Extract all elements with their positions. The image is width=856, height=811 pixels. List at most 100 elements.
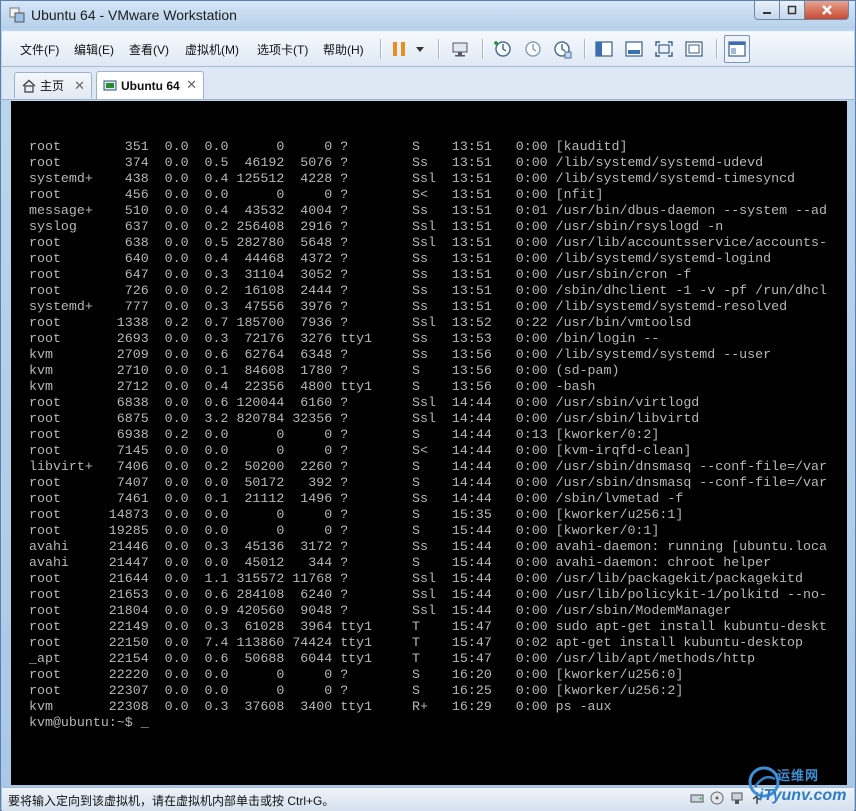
toolbar-separator (482, 39, 484, 59)
process-row: avahi 21446 0.0 0.3 45136 3172 ? Ss 15:4… (29, 539, 827, 554)
toolbar-separator (584, 39, 586, 59)
process-row: kvm 2712 0.0 0.4 22356 4800 tty1 S 13:56… (29, 379, 596, 394)
tab-ubuntu-close-icon[interactable]: ✕ (186, 77, 197, 93)
restore-icon (787, 5, 797, 15)
process-row: root 6838 0.0 0.6 120044 6160 ? Ssl 14:4… (29, 395, 700, 410)
snapshot-take-icon (494, 41, 511, 57)
take-snapshot-button[interactable] (490, 37, 514, 61)
menu-edit[interactable]: 编辑(E) (74, 41, 114, 58)
send-ctrl-alt-del-button[interactable] (448, 37, 472, 61)
snapshot-manager-button[interactable] (550, 37, 574, 61)
process-row: root 22307 0.0 0.0 0 0 ? S 16:25 0:00 [k… (29, 683, 684, 698)
process-row: root 14873 0.0 0.0 0 0 ? S 15:35 0:00 [k… (29, 507, 684, 522)
close-button[interactable] (805, 1, 849, 20)
status-message: 要将输入定向到该虚拟机，请在虚拟机内部单击或按 Ctrl+G。 (8, 794, 335, 808)
tab-ubuntu-64[interactable]: Ubuntu 64 ✕ (96, 71, 204, 99)
shell-prompt: kvm@ubuntu:~$ _ (29, 715, 149, 730)
process-row: root 351 0.0 0.0 0 0 ? S 13:51 0:00 [kau… (29, 139, 628, 154)
minimize-icon (763, 12, 771, 14)
tab-bar: 主页 ✕ Ubuntu 64 ✕ (2, 67, 854, 100)
snapshot-manager-icon (554, 41, 572, 59)
process-row: root 19285 0.0 0.0 0 0 ? S 15:44 0:00 [k… (29, 523, 660, 538)
console-view-button[interactable] (622, 37, 646, 61)
home-icon (22, 79, 36, 93)
title-bar[interactable]: Ubuntu 64 - VMware Workstation (1, 1, 855, 29)
process-row: root 456 0.0 0.0 0 0 ? S< 13:51 0:00 [nf… (29, 187, 604, 202)
site-watermark: 运维网 iTyunv.com (745, 759, 853, 811)
sidebar-toggle-icon (595, 41, 613, 57)
cd-rom-icon[interactable] (710, 791, 724, 805)
hard-disk-icon[interactable] (690, 791, 704, 805)
process-row: kvm 2710 0.0 0.1 84608 1780 ? S 13:56 0:… (29, 363, 620, 378)
thumbnail-bar-button[interactable] (724, 35, 750, 63)
watermark-text-cn: 运维网 (777, 768, 820, 783)
process-row: root 640 0.0 0.4 44468 4372 ? Ss 13:51 0… (29, 251, 772, 266)
menu-toolbar: 文件(F) 编辑(E) 查看(V) 虚拟机(M) 选项卡(T) 帮助(H) (2, 31, 854, 67)
terminal-output: root 351 0.0 0.0 0 0 ? S 13:51 0:00 [kau… (29, 139, 827, 731)
process-row: root 22149 0.0 0.3 61028 3964 tty1 T 15:… (29, 619, 827, 634)
process-row: root 7145 0.0 0.0 0 0 ? S< 14:44 0:00 [k… (29, 443, 692, 458)
power-dropdown-button[interactable] (412, 37, 428, 61)
tab-home-close-icon[interactable]: ✕ (74, 78, 85, 94)
process-row: root 6875 0.0 3.2 820784 32356 ? Ssl 14:… (29, 411, 700, 426)
menu-view[interactable]: 查看(V) (129, 41, 169, 58)
menu-file[interactable]: 文件(F) (20, 41, 59, 58)
process-row: root 21653 0.0 0.6 284108 6240 ? Ssl 15:… (29, 587, 827, 602)
process-row: kvm 2709 0.0 0.6 62764 6348 ? Ss 13:56 0… (29, 347, 772, 362)
vm-console[interactable]: root 351 0.0 0.0 0 0 ? S 13:51 0:00 [kau… (11, 101, 847, 785)
maximize-button[interactable] (780, 1, 805, 20)
process-row: syslog 637 0.0 0.2 256408 2916 ? Ssl 13:… (29, 219, 724, 234)
pause-button[interactable] (388, 37, 410, 61)
minimize-button[interactable] (754, 1, 780, 20)
menu-tabs[interactable]: 选项卡(T) (257, 41, 308, 58)
process-row: root 2693 0.0 0.3 72176 3276 tty1 Ss 13:… (29, 331, 660, 346)
process-row: root 7461 0.0 0.1 21112 1496 ? Ss 14:44 … (29, 491, 684, 506)
toolbar-separator (716, 39, 718, 59)
watermark-text-url: iTyunv.com (759, 787, 847, 804)
send-ctrl-alt-del-icon (452, 42, 468, 57)
vm-tab-icon (103, 79, 117, 91)
revert-snapshot-button[interactable] (520, 37, 544, 61)
window-controls (754, 1, 849, 21)
process-row: libvirt+ 7406 0.0 0.2 50200 2260 ? S 14:… (29, 459, 827, 474)
unity-button[interactable] (682, 37, 706, 61)
fullscreen-icon (655, 41, 673, 57)
toolbar-separator (380, 39, 382, 59)
show-library-button[interactable] (592, 37, 616, 61)
unity-icon (685, 41, 703, 57)
status-bar: 要将输入定向到该虚拟机，请在虚拟机内部单击或按 Ctrl+G。 (2, 787, 854, 811)
window-title: Ubuntu 64 - VMware Workstation (31, 7, 237, 23)
process-row: systemd+ 777 0.0 0.3 47556 3976 ? Ss 13:… (29, 299, 788, 314)
process-row: root 7407 0.0 0.0 50172 392 ? S 14:44 0:… (29, 475, 827, 490)
vmware-app-icon (9, 7, 25, 23)
menu-vm[interactable]: 虚拟机(M) (185, 41, 239, 58)
tab-home-label: 主页 (40, 79, 65, 93)
process-row: avahi 21447 0.0 0.0 45012 344 ? S 15:44 … (29, 555, 772, 570)
vmware-window: Ubuntu 64 - VMware Workstation 文件(F) 编辑(… (0, 0, 856, 811)
pause-icon (393, 42, 405, 56)
process-row: message+ 510 0.0 0.4 43532 4004 ? Ss 13:… (29, 203, 827, 218)
process-row: root 21804 0.0 0.9 420560 9048 ? Ssl 15:… (29, 603, 732, 618)
close-icon (821, 5, 832, 15)
process-row: systemd+ 438 0.0 0.4 125512 4228 ? Ssl 1… (29, 171, 796, 186)
console-view-icon (625, 41, 643, 57)
process-row: root 21644 0.0 1.1 315572 11768 ? Ssl 15… (29, 571, 804, 586)
snapshot-revert-icon (525, 41, 541, 57)
tab-ubuntu-label: Ubuntu 64 (121, 78, 180, 93)
process-row: root 647 0.0 0.3 31104 3052 ? Ss 13:51 0… (29, 267, 692, 282)
thumbnail-bar-icon (728, 41, 746, 57)
menu-help[interactable]: 帮助(H) (323, 41, 364, 58)
process-row: root 1338 0.2 0.7 185700 7936 ? Ssl 13:5… (29, 315, 692, 330)
dropdown-arrow-icon (416, 47, 424, 52)
toolbar-separator (438, 39, 440, 59)
process-row: root 22150 0.0 7.4 113860 74424 tty1 T 1… (29, 635, 804, 650)
process-row: root 374 0.0 0.5 46192 5076 ? Ss 13:51 0… (29, 155, 764, 170)
process-row: root 638 0.0 0.5 282780 5648 ? Ssl 13:51… (29, 235, 827, 250)
process-row: root 22220 0.0 0.0 0 0 ? S 16:20 0:00 [k… (29, 667, 684, 682)
process-row: root 6938 0.2 0.0 0 0 ? S 14:44 0:13 [kw… (29, 427, 660, 442)
tab-home[interactable]: 主页 ✕ (14, 72, 92, 98)
network-adapter-icon[interactable] (730, 791, 744, 805)
fullscreen-button[interactable] (652, 37, 676, 61)
process-row: _apt 22154 0.0 0.6 50688 6044 tty1 T 15:… (29, 651, 756, 666)
process-row: kvm 22308 0.0 0.3 37608 3400 tty1 R+ 16:… (29, 699, 612, 714)
